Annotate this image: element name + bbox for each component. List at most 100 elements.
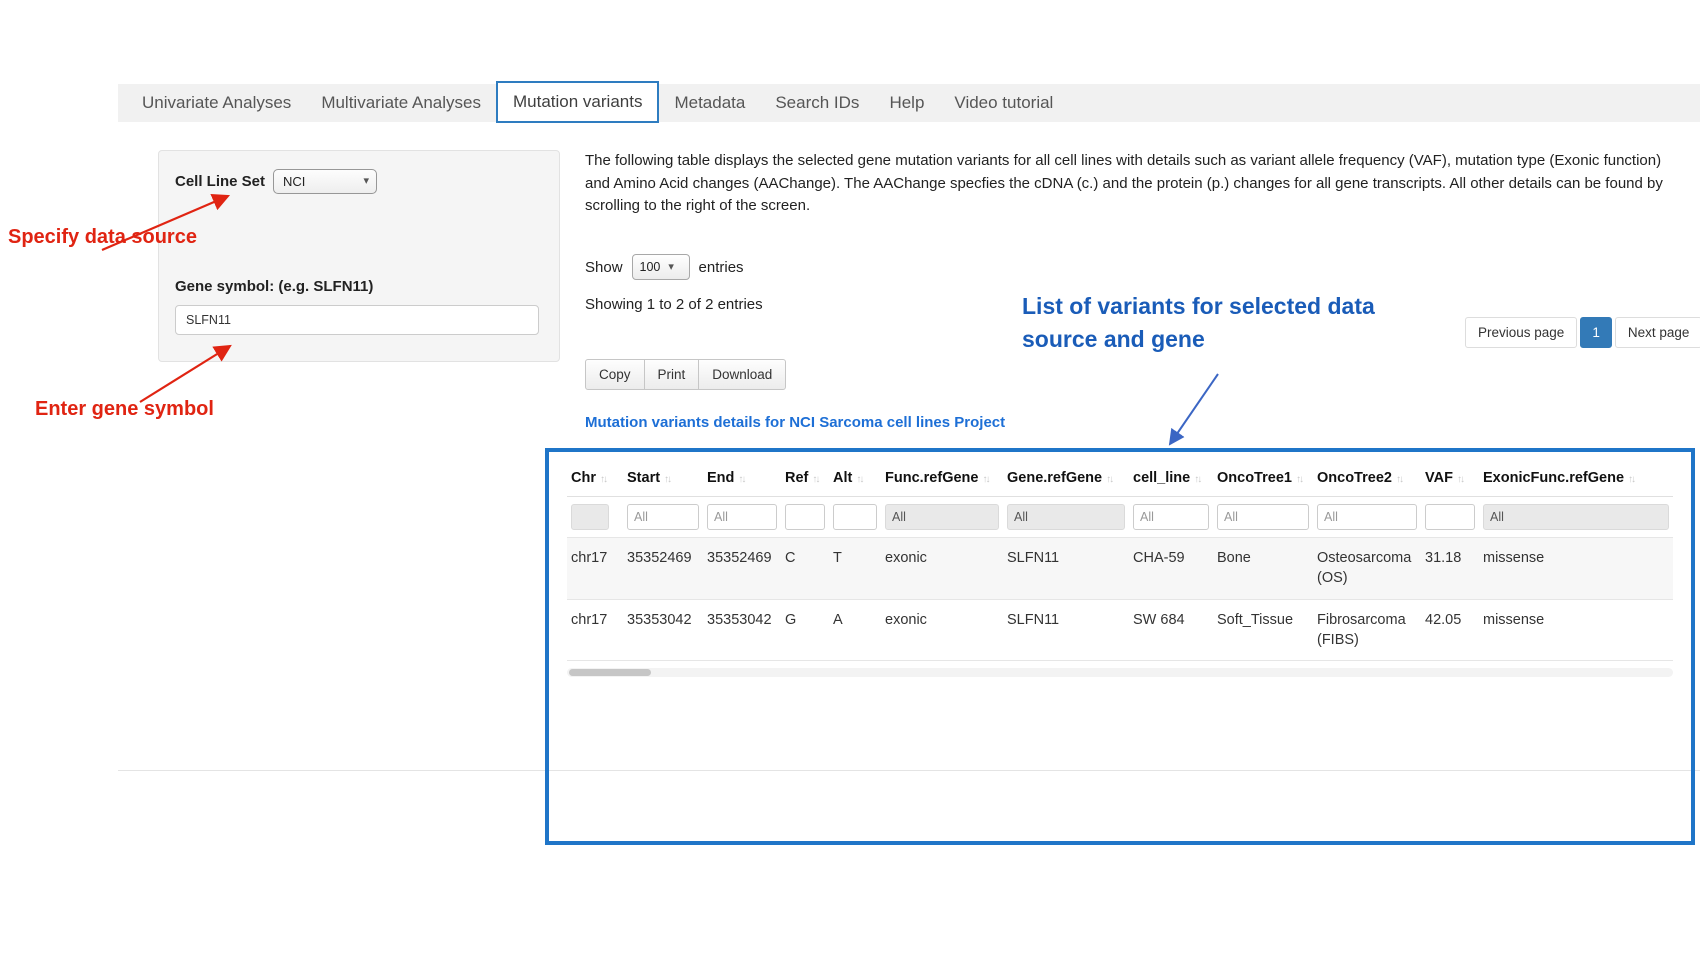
col-header-cell-line[interactable]: cell_line ↑↓ (1129, 460, 1213, 497)
tab-search-ids[interactable]: Search IDs (760, 84, 874, 122)
sort-icon: ↑↓ (856, 474, 862, 485)
table-row: chr17 35352469 35352469 C T exonic SLFN1… (567, 538, 1673, 600)
col-header-alt[interactable]: Alt ↑↓ (829, 460, 881, 497)
col-label: ExonicFunc.refGene (1483, 470, 1624, 486)
gene-symbol-label: Gene symbol: (e.g. SLFN11) (175, 278, 543, 295)
filter-gene-refgene[interactable] (1007, 504, 1125, 530)
filter-alt[interactable] (833, 504, 877, 530)
sort-icon: ↑↓ (600, 474, 606, 485)
page-length-row: Show 100 ▾ entries (585, 254, 744, 280)
table-cell: CHA-59 (1129, 538, 1213, 600)
table-cell: 35353042 (703, 599, 781, 661)
table-info: Showing 1 to 2 of 2 entries (585, 296, 763, 313)
table-cell: SW 684 (1129, 599, 1213, 661)
col-header-chr[interactable]: Chr ↑↓ (567, 460, 623, 497)
table-cell: SLFN11 (1003, 538, 1129, 600)
table-cell: 42.05 (1421, 599, 1479, 661)
table-description: The following table displays the selecte… (585, 150, 1690, 218)
filter-oncotree1[interactable] (1217, 504, 1309, 530)
table-cell: G (781, 599, 829, 661)
tab-help[interactable]: Help (874, 84, 939, 122)
filter-oncotree2[interactable] (1317, 504, 1417, 530)
tab-video-tutorial[interactable]: Video tutorial (939, 84, 1068, 122)
table-cell: A (829, 599, 881, 661)
content-divider (118, 770, 1700, 771)
table-cell: 35352469 (703, 538, 781, 600)
col-label: VAF (1425, 470, 1453, 486)
pagination: Previous page 1 Next page (1465, 317, 1700, 348)
annotation-variants-line2: source and gene (1022, 323, 1375, 356)
table-cell: 31.18 (1421, 538, 1479, 600)
col-header-start[interactable]: Start ↑↓ (623, 460, 703, 497)
previous-page-button[interactable]: Previous page (1465, 317, 1577, 348)
col-header-exonicfunc-refgene[interactable]: ExonicFunc.refGene ↑↓ (1479, 460, 1673, 497)
col-label: Chr (571, 470, 596, 486)
sort-icon: ↑↓ (982, 474, 988, 485)
tab-multivariate-analyses[interactable]: Multivariate Analyses (306, 84, 496, 122)
filter-row (567, 497, 1673, 538)
col-header-end[interactable]: End ↑↓ (703, 460, 781, 497)
page-length-select[interactable]: 100 ▾ (632, 254, 690, 280)
table-row: chr17 35353042 35353042 G A exonic SLFN1… (567, 599, 1673, 661)
col-label: cell_line (1133, 470, 1190, 486)
col-label: End (707, 470, 734, 486)
col-label: Start (627, 470, 660, 486)
table-cell: missense (1479, 599, 1673, 661)
col-header-ref[interactable]: Ref ↑↓ (781, 460, 829, 497)
filter-start[interactable] (627, 504, 699, 530)
filter-func-refgene[interactable] (885, 504, 999, 530)
table-cell: Osteosarcoma (OS) (1313, 538, 1421, 600)
print-button[interactable]: Print (644, 359, 700, 390)
tab-univariate-analyses[interactable]: Univariate Analyses (127, 84, 306, 122)
copy-button[interactable]: Copy (585, 359, 645, 390)
export-buttons: Copy Print Download (585, 359, 786, 390)
col-label: Alt (833, 470, 852, 486)
filter-ref[interactable] (785, 504, 825, 530)
show-label: Show (585, 259, 623, 276)
col-header-func-refgene[interactable]: Func.refGene↑↓ (881, 460, 1003, 497)
sort-icon: ↑↓ (1194, 474, 1200, 485)
cell-line-set-label: Cell Line Set (175, 173, 265, 190)
scrollbar-thumb[interactable] (569, 669, 651, 676)
filter-cell-line[interactable] (1133, 504, 1209, 530)
col-header-oncotree2[interactable]: OncoTree2 ↑↓ (1313, 460, 1421, 497)
main-nav: Univariate Analyses Multivariate Analyse… (118, 84, 1700, 122)
filter-exonicfunc-refgene[interactable] (1483, 504, 1669, 530)
table-cell: C (781, 538, 829, 600)
sort-icon: ↑↓ (1396, 474, 1402, 485)
col-header-vaf[interactable]: VAF↑↓ (1421, 460, 1479, 497)
next-page-button[interactable]: Next page (1615, 317, 1700, 348)
sort-icon: ↑↓ (1628, 474, 1634, 485)
sort-icon: ↑↓ (1106, 474, 1112, 485)
col-header-gene-refgene[interactable]: Gene.refGene ↑↓ (1003, 460, 1129, 497)
page: Univariate Analyses Multivariate Analyse… (0, 0, 1700, 956)
col-label: OncoTree2 (1317, 470, 1392, 486)
sort-icon: ↑↓ (738, 474, 744, 485)
download-button[interactable]: Download (698, 359, 786, 390)
tab-mutation-variants[interactable]: Mutation variants (496, 81, 659, 123)
col-label: Ref (785, 470, 808, 486)
annotation-variants-list: List of variants for selected data sourc… (1022, 290, 1375, 357)
sort-icon: ↑↓ (1296, 474, 1302, 485)
annotation-variants-line1: List of variants for selected data (1022, 290, 1375, 323)
gene-symbol-input[interactable] (175, 305, 539, 335)
cell-line-set-value: NCI (283, 174, 305, 189)
cell-line-set-select[interactable]: NCI ▾ (273, 169, 377, 194)
table-cell: 35353042 (623, 599, 703, 661)
variants-table-area: Chr ↑↓ Start ↑↓ End ↑↓ Ref ↑↓ Alt ↑↓ Func.ref… (549, 452, 1691, 677)
col-label: OncoTree1 (1217, 470, 1292, 486)
sort-icon: ↑↓ (812, 474, 818, 485)
tab-metadata[interactable]: Metadata (659, 84, 760, 122)
annotation-specify-data-source: Specify data source (8, 226, 197, 249)
col-label: Gene.refGene (1007, 470, 1102, 486)
chevron-down-icon: ▾ (364, 176, 370, 187)
variants-table: Chr ↑↓ Start ↑↓ End ↑↓ Ref ↑↓ Alt ↑↓ Func.ref… (567, 460, 1673, 661)
sort-icon: ↑↓ (664, 474, 670, 485)
horizontal-scrollbar (567, 668, 1673, 677)
filter-chr[interactable] (571, 504, 609, 530)
filter-vaf[interactable] (1425, 504, 1475, 530)
col-header-oncotree1[interactable]: OncoTree1 ↑↓ (1213, 460, 1313, 497)
page-number-button[interactable]: 1 (1580, 317, 1612, 348)
filter-end[interactable] (707, 504, 777, 530)
table-cell: chr17 (567, 599, 623, 661)
